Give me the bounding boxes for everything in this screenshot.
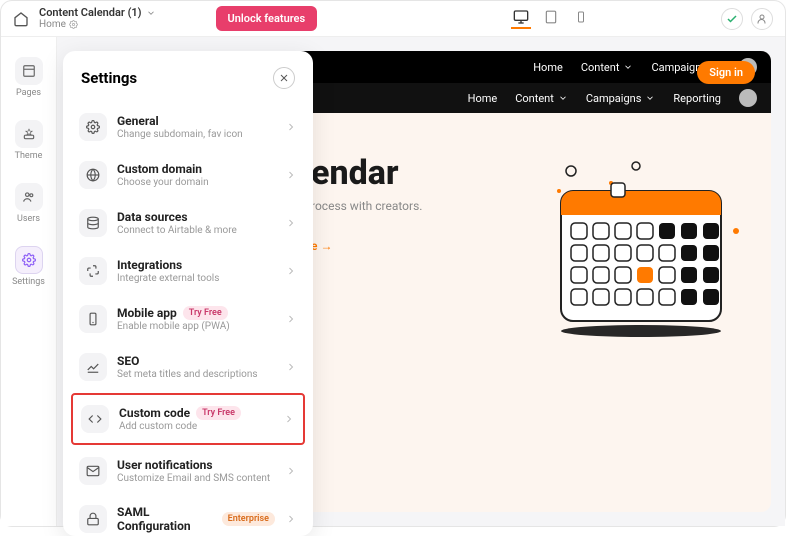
nav-campaigns[interactable]: Campaigns xyxy=(586,92,656,105)
left-rail: Pages Theme Users Settings xyxy=(1,37,57,526)
settings-panel: Settings General Change subdomain, fav i… xyxy=(63,51,313,536)
gear-mini-icon xyxy=(69,20,78,29)
database-icon xyxy=(79,209,107,237)
chevron-right-icon xyxy=(285,313,297,325)
chevron-right-icon xyxy=(285,361,297,373)
hero-cta-fragment[interactable]: e → xyxy=(311,239,332,253)
unlock-features-button[interactable]: Unlock features xyxy=(216,6,318,31)
mobile-icon xyxy=(79,305,107,333)
settings-list: General Change subdomain, fav icon Custo… xyxy=(63,103,313,536)
users-icon xyxy=(15,183,43,211)
settings-item-title: Mobile app xyxy=(117,306,177,320)
settings-item-subtitle: Integrate external tools xyxy=(117,273,275,284)
chevron-right-icon xyxy=(285,265,297,277)
settings-item-subtitle: Connect to Airtable & more xyxy=(117,225,275,236)
settings-item-subtitle: Set meta titles and descriptions xyxy=(117,369,275,380)
settings-item-data-sources[interactable]: Data sources Connect to Airtable & more xyxy=(71,199,305,247)
settings-icon xyxy=(15,246,43,274)
gear-icon xyxy=(79,113,107,141)
breadcrumb[interactable]: Content Calendar (1) Home xyxy=(39,7,156,30)
calendar-illustration xyxy=(541,161,741,341)
panel-title: Settings xyxy=(81,69,137,87)
close-button[interactable] xyxy=(273,67,295,89)
settings-item-title: SEO xyxy=(117,354,139,368)
badge: Try Free xyxy=(183,306,228,320)
chevron-down-icon xyxy=(558,93,568,103)
breadcrumb-sub: Home xyxy=(39,19,66,30)
home-icon[interactable] xyxy=(13,11,29,27)
chevron-down-icon xyxy=(645,93,655,103)
rail-settings[interactable]: Settings xyxy=(7,242,51,291)
chevron-down-icon xyxy=(623,62,633,72)
rail-label: Theme xyxy=(15,151,43,161)
chevron-right-icon xyxy=(285,121,297,133)
preview-signin-button[interactable]: Sign in xyxy=(697,61,755,84)
topbar: Content Calendar (1) Home Unlock feature… xyxy=(1,1,785,37)
settings-item-general[interactable]: General Change subdomain, fav icon xyxy=(71,103,305,151)
settings-item-seo[interactable]: SEO Set meta titles and descriptions xyxy=(71,343,305,391)
chevron-right-icon xyxy=(285,169,297,181)
device-switcher xyxy=(511,9,591,29)
envelope-icon xyxy=(79,457,107,485)
rail-pages[interactable]: Pages xyxy=(7,53,51,102)
settings-item-mobile-app[interactable]: Mobile app Try Free Enable mobile app (PW… xyxy=(71,295,305,343)
settings-item-title: SAML Configuration xyxy=(117,505,216,533)
chevron-right-icon xyxy=(285,465,297,477)
settings-item-custom-domain[interactable]: Custom domain Choose your domain xyxy=(71,151,305,199)
panel-header: Settings xyxy=(63,51,313,103)
settings-item-saml-configuration[interactable]: SAML Configuration Enterprise xyxy=(71,495,305,536)
canvas-area: Sign in Home Content Campaigns Home Cont… xyxy=(57,37,785,526)
lock-icon xyxy=(79,505,107,533)
settings-item-subtitle: Enable mobile app (PWA) xyxy=(117,321,275,332)
rail-users[interactable]: Users xyxy=(7,179,51,228)
settings-item-title: Custom code xyxy=(119,406,190,420)
settings-item-subtitle: Add custom code xyxy=(119,421,273,432)
nav-home[interactable]: Home xyxy=(533,61,563,74)
settings-item-integrations[interactable]: Integrations Integrate external tools xyxy=(71,247,305,295)
nav-reporting[interactable]: Reporting xyxy=(673,92,721,105)
status-ok-icon[interactable] xyxy=(721,8,743,30)
chart-icon xyxy=(79,353,107,381)
desktop-device-button[interactable] xyxy=(511,9,531,29)
chevron-right-icon xyxy=(283,413,295,425)
settings-item-subtitle: Change subdomain, fav icon xyxy=(117,129,275,140)
globe-icon xyxy=(79,161,107,189)
rail-label: Users xyxy=(17,214,40,224)
project-name: Content Calendar (1) xyxy=(39,7,142,19)
workspace: Pages Theme Users Settings Sign in Home … xyxy=(1,37,785,526)
chevron-right-icon xyxy=(285,513,297,525)
user-menu-icon[interactable] xyxy=(751,8,773,30)
rail-theme[interactable]: Theme xyxy=(7,116,51,165)
rail-label: Pages xyxy=(16,88,41,98)
chevron-down-icon xyxy=(146,8,156,18)
settings-item-user-notifications[interactable]: User notifications Customize Email and S… xyxy=(71,447,305,495)
tablet-device-button[interactable] xyxy=(541,9,561,29)
nav-home[interactable]: Home xyxy=(468,92,498,105)
settings-item-custom-code[interactable]: Custom code Try Free Add custom code xyxy=(73,395,303,443)
settings-item-subtitle: Choose your domain xyxy=(117,177,275,188)
code-icon xyxy=(81,405,109,433)
avatar[interactable] xyxy=(739,89,757,107)
puzzle-icon xyxy=(79,257,107,285)
settings-item-title: General xyxy=(117,114,159,128)
settings-item-title: Integrations xyxy=(117,258,182,272)
theme-icon xyxy=(15,120,43,148)
pages-icon xyxy=(15,57,43,85)
chevron-right-icon xyxy=(285,217,297,229)
rail-label: Settings xyxy=(12,277,45,287)
settings-item-subtitle: Customize Email and SMS content xyxy=(117,473,275,484)
badge: Enterprise xyxy=(222,512,275,526)
close-icon xyxy=(278,72,290,84)
nav-content[interactable]: Content xyxy=(581,61,634,74)
settings-item-title: Data sources xyxy=(117,210,188,224)
nav-content[interactable]: Content xyxy=(515,92,568,105)
settings-item-title: Custom domain xyxy=(117,162,202,176)
mobile-device-button[interactable] xyxy=(571,9,591,29)
badge: Try Free xyxy=(196,406,241,420)
settings-item-title: User notifications xyxy=(117,458,213,472)
